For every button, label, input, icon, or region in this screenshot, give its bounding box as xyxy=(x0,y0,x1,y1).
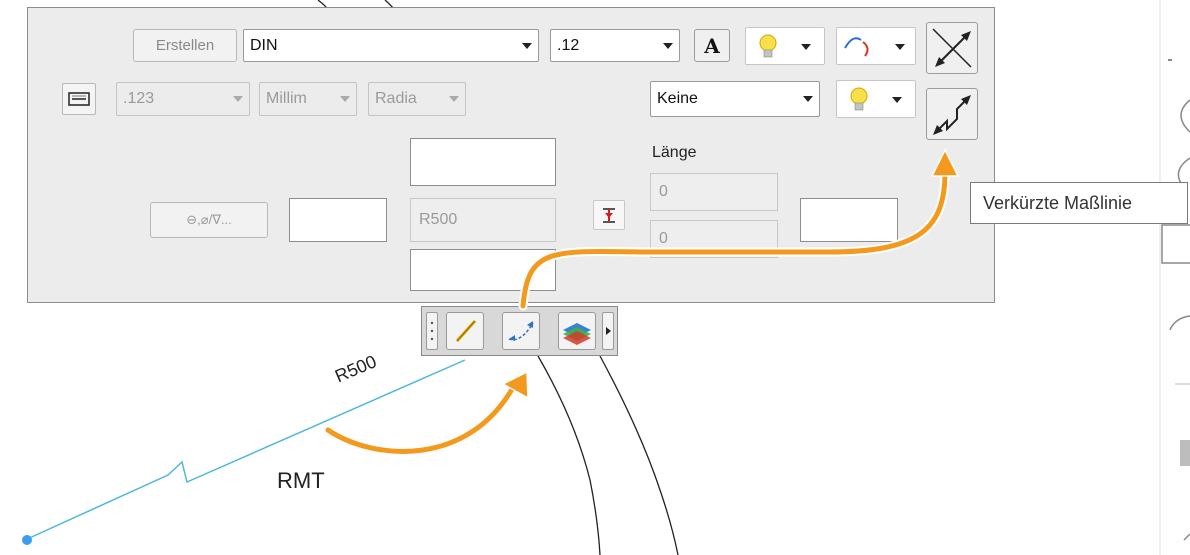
line-tool-button[interactable] xyxy=(446,312,484,350)
chevron-down-icon xyxy=(803,96,813,102)
palette-shape-curve xyxy=(1169,315,1190,331)
tolerance-button[interactable] xyxy=(593,200,625,230)
dimension-arrow-icon xyxy=(508,321,534,341)
upper-tolerance-input[interactable] xyxy=(410,138,556,186)
angle-unit-select[interactable]: Radia xyxy=(368,82,466,116)
text-style-icon: A xyxy=(704,33,720,58)
shortened-dimension-line xyxy=(24,359,466,541)
angle-unit-value: Radia xyxy=(375,90,417,107)
precision-select[interactable]: .123 xyxy=(116,82,250,116)
dimension-line-button[interactable] xyxy=(926,22,978,74)
line-icon xyxy=(455,319,477,343)
format-button[interactable] xyxy=(62,83,96,115)
dimension-line-icon xyxy=(932,28,972,68)
chevron-down-icon xyxy=(449,96,459,102)
layers-icon xyxy=(563,323,591,345)
length-value-bottom: 0 xyxy=(659,230,668,247)
palette-shape-circle xyxy=(1177,157,1190,186)
palette-shape-arc xyxy=(1180,99,1190,133)
tooltip: Verkürzte Maßlinie xyxy=(970,182,1188,224)
text-height-value: .12 xyxy=(557,36,580,54)
line-style-dropdown[interactable] xyxy=(836,27,916,65)
mini-toolbar xyxy=(421,306,618,356)
chevron-down-icon xyxy=(340,96,350,102)
chevron-down-icon xyxy=(233,96,243,102)
dimension-format-icon xyxy=(68,92,90,106)
tolerance-icon xyxy=(603,208,615,223)
unit-value: Millim xyxy=(266,90,307,107)
toolbar-grip-icon[interactable] xyxy=(426,312,438,350)
create-button[interactable]: Erstellen xyxy=(133,29,237,62)
lightbulb-icon xyxy=(759,34,811,58)
palette-shape-block xyxy=(1180,440,1190,466)
chevron-down-icon xyxy=(522,42,532,49)
geometry-arc-inner xyxy=(537,355,601,555)
terminator-value: Keine xyxy=(657,90,698,107)
length-input-top[interactable]: 0 xyxy=(650,173,778,211)
layers-button[interactable] xyxy=(558,312,596,350)
shortened-dimension-line-icon xyxy=(933,95,971,135)
color-dropdown[interactable] xyxy=(745,27,825,65)
toolbar-expand-button[interactable] xyxy=(602,312,614,350)
radius-value-field[interactable]: R500 xyxy=(410,198,556,242)
tooltip-text: Verkürzte Maßlinie xyxy=(983,192,1133,213)
dimension-standard-select[interactable]: DIN xyxy=(243,29,539,62)
terminator-select[interactable]: Keine xyxy=(650,81,820,117)
unit-select[interactable]: Millim xyxy=(259,82,357,116)
dimension-standard-value: DIN xyxy=(250,36,278,54)
radius-value: R500 xyxy=(419,211,458,228)
length-input-bottom[interactable]: 0 xyxy=(650,220,778,258)
length-label: Länge xyxy=(652,144,697,161)
precision-value: .123 xyxy=(123,90,155,107)
palette-shape-rect xyxy=(1161,224,1190,264)
symbol-button[interactable]: ⊖,⌀/∇... xyxy=(150,202,268,238)
annotation-label: RMT xyxy=(277,468,325,493)
suffix-input[interactable] xyxy=(800,198,898,242)
chevron-right-icon xyxy=(606,327,611,335)
text-height-select[interactable]: .12 xyxy=(550,29,680,62)
text-style-button[interactable]: A xyxy=(694,29,730,62)
lightbulb-icon xyxy=(850,87,902,111)
dimension-endpoint xyxy=(22,535,32,545)
arc-arrow-icon xyxy=(844,37,905,57)
chevron-down-icon xyxy=(663,42,673,49)
geometry-arc-outer xyxy=(599,355,679,555)
shortened-dimension-line-button[interactable] xyxy=(926,88,978,140)
lower-tolerance-input[interactable] xyxy=(410,249,556,291)
dimension-tool-button[interactable] xyxy=(502,312,540,350)
length-value-top: 0 xyxy=(659,183,668,200)
terminator-color-dropdown[interactable] xyxy=(836,80,916,118)
prefix-input[interactable] xyxy=(289,198,387,242)
